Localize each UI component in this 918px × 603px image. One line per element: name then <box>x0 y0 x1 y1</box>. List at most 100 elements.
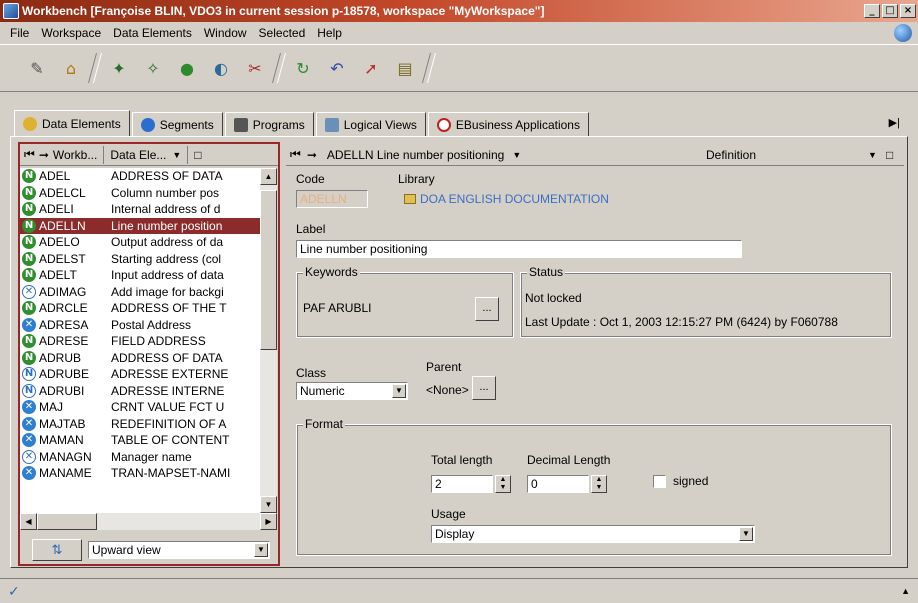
tool-d-icon[interactable]: ◐ <box>210 57 232 79</box>
toolbar-separator <box>421 53 437 83</box>
tab-data-elements[interactable]: Data Elements <box>14 110 130 136</box>
logical-views-icon <box>324 117 339 132</box>
list-item[interactable]: N ADRUB ADDRESS OF DATA <box>20 350 260 367</box>
undo-icon[interactable]: ↶ <box>326 57 348 79</box>
chevron-down-icon[interactable]: ▼ <box>392 384 406 398</box>
list-item[interactable]: ✕ ADIMAG Add image for backgi <box>20 284 260 301</box>
class-select[interactable]: Numeric ▼ <box>296 382 408 400</box>
signed-checkbox[interactable] <box>653 475 666 488</box>
refresh-icon[interactable]: ↻ <box>292 57 314 79</box>
menu-selected[interactable]: Selected <box>253 26 312 40</box>
list-item[interactable]: ✕ MANAGN Manager name <box>20 449 260 466</box>
tab-segments[interactable]: Segments <box>131 112 223 136</box>
link-arrow-icon[interactable]: ➞ <box>39 148 49 162</box>
keywords-ellipsis-button[interactable]: ... <box>475 297 499 321</box>
house-icon[interactable]: ⌂ <box>60 57 82 79</box>
parent-ellipsis-button[interactable]: ... <box>472 376 496 400</box>
menu-help[interactable]: Help <box>311 26 348 40</box>
view-select[interactable]: Upward view ▼ <box>88 541 270 559</box>
document-icon[interactable]: ▤ <box>394 57 416 79</box>
tool-a-icon[interactable]: ✦ <box>108 57 130 79</box>
list-item[interactable]: N ADRCLE ADDRESS OF THE T <box>20 300 260 317</box>
menu-bar: File Workspace Data Elements Window Sele… <box>0 22 918 43</box>
element-code: ADRESA <box>39 317 89 332</box>
column-workbench[interactable]: Workb... <box>53 148 97 162</box>
numeric-element-icon: N <box>22 350 36 365</box>
list-item[interactable]: N ADRUBE ADRESSE EXTERNE <box>20 366 260 383</box>
status-scroll-up-icon[interactable]: ▲ <box>901 586 910 596</box>
list-item[interactable]: N ADRESE FIELD ADDRESS <box>20 333 260 350</box>
label-field[interactable]: Line number positioning <box>296 240 742 258</box>
chevron-down-icon[interactable]: ▼ <box>254 543 268 557</box>
list-item[interactable]: ✕ MAMAN TABLE OF CONTENT <box>20 432 260 449</box>
list-item[interactable]: N ADELT Input address of data <box>20 267 260 284</box>
tab-scroll-right-icon[interactable]: ▶| <box>889 116 900 129</box>
collapse-icon[interactable]: ⏮ <box>290 147 301 162</box>
scroll-thumb[interactable] <box>260 190 277 350</box>
list-item[interactable]: ✕ MANAME TRAN-MAPSET-NAMI <box>20 465 260 482</box>
tab-logical-views[interactable]: Logical Views <box>315 112 426 136</box>
arrow-icon[interactable]: ➚ <box>360 57 382 79</box>
list-item[interactable]: N ADELLN Line number position <box>20 217 260 234</box>
menu-workspace[interactable]: Workspace <box>35 26 107 40</box>
column-dropdown-icon[interactable]: ▼ <box>172 150 181 160</box>
list-item[interactable]: N ADEL ADDRESS OF DATA <box>20 168 260 185</box>
definition-mode[interactable]: Definition <box>706 148 756 162</box>
element-code: ADIMAG <box>39 284 87 299</box>
data-elements-list[interactable]: N ADEL ADDRESS OF DATA N ADELCL Column number… <box>20 168 260 513</box>
total-length-label: Total length <box>431 453 493 467</box>
definition-title: ADELLN Line number positioning <box>326 147 505 162</box>
mode-dropdown-icon[interactable]: ▼ <box>868 150 877 160</box>
list-item[interactable]: N ADRUBI ADRESSE INTERNE <box>20 383 260 400</box>
link-arrow-icon[interactable]: ➞ <box>307 148 317 162</box>
menu-data-elements[interactable]: Data Elements <box>107 26 198 40</box>
tool-c-icon[interactable]: ● <box>176 57 198 79</box>
total-length-spinner[interactable]: ▲ ▼ <box>495 475 511 493</box>
class-label: Class <box>296 366 327 380</box>
maximize-button[interactable]: □ <box>882 4 898 18</box>
list-item[interactable]: N ADELO Output address of da <box>20 234 260 251</box>
tool-b-icon[interactable]: ✧ <box>142 57 164 79</box>
decimal-length-spinner[interactable]: ▲ ▼ <box>591 475 607 493</box>
decimal-length-field[interactable]: 0 <box>527 475 589 493</box>
tab-programs[interactable]: Programs <box>224 112 314 136</box>
scroll-down-icon[interactable]: ▼ <box>260 496 277 513</box>
chevron-down-icon[interactable]: ▼ <box>739 527 753 541</box>
collapse-icon[interactable]: ⏮ <box>24 147 35 162</box>
vertical-scrollbar[interactable]: ▲ ▼ <box>260 168 277 513</box>
menu-file[interactable]: File <box>4 26 35 40</box>
pin-icon[interactable]: ✎ <box>26 57 48 79</box>
column-data-elements[interactable]: Data Ele... <box>110 148 166 162</box>
numeric-element-icon: N <box>22 235 36 250</box>
scroll-up-icon[interactable]: ▲ <box>260 168 277 185</box>
minimize-button[interactable]: _ <box>864 4 880 18</box>
hscroll-thumb[interactable] <box>37 513 97 530</box>
scroll-left-icon[interactable]: ◀ <box>20 513 37 530</box>
maximize-pane-icon[interactable]: □ <box>886 148 893 162</box>
maximize-pane-icon[interactable]: □ <box>194 148 201 162</box>
numeric-element-icon: N <box>22 383 36 398</box>
list-footer: ⇅ Upward view ▼ <box>20 536 278 564</box>
total-length-field[interactable]: 2 <box>431 475 493 493</box>
list-item[interactable]: ✕ MAJTAB REDEFINITION OF A <box>20 416 260 433</box>
close-button[interactable]: × <box>900 4 916 18</box>
list-item[interactable]: ✕ MAJ CRNT VALUE FCT U <box>20 399 260 416</box>
element-description: ADDRESS OF THE T <box>111 301 227 316</box>
title-dropdown-icon[interactable]: ▼ <box>512 150 521 160</box>
element-description: ADDRESS OF DATA <box>111 350 223 365</box>
toolbar-separator <box>87 53 103 83</box>
list-item[interactable]: N ADELST Starting address (col <box>20 251 260 268</box>
horizontal-scrollbar[interactable]: ◀ ▶ <box>20 513 277 530</box>
tab-label: Data Elements <box>42 116 121 131</box>
scroll-right-icon[interactable]: ▶ <box>260 513 277 530</box>
column-separator <box>187 145 189 164</box>
menu-window[interactable]: Window <box>198 26 253 40</box>
tab-ebusiness-applications[interactable]: EBusiness Applications <box>427 112 589 136</box>
list-item[interactable]: N ADELCL Column number pos <box>20 185 260 202</box>
tool-e-icon[interactable]: ✂ <box>244 57 266 79</box>
list-item[interactable]: ✕ ADRESA Postal Address <box>20 317 260 334</box>
view-mode-button[interactable]: ⇅ <box>32 539 82 561</box>
list-item[interactable]: N ADELI Internal address of d <box>20 201 260 218</box>
library-value[interactable]: DOA ENGLISH DOCUMENTATION <box>404 192 609 206</box>
usage-select[interactable]: Display ▼ <box>431 525 755 543</box>
